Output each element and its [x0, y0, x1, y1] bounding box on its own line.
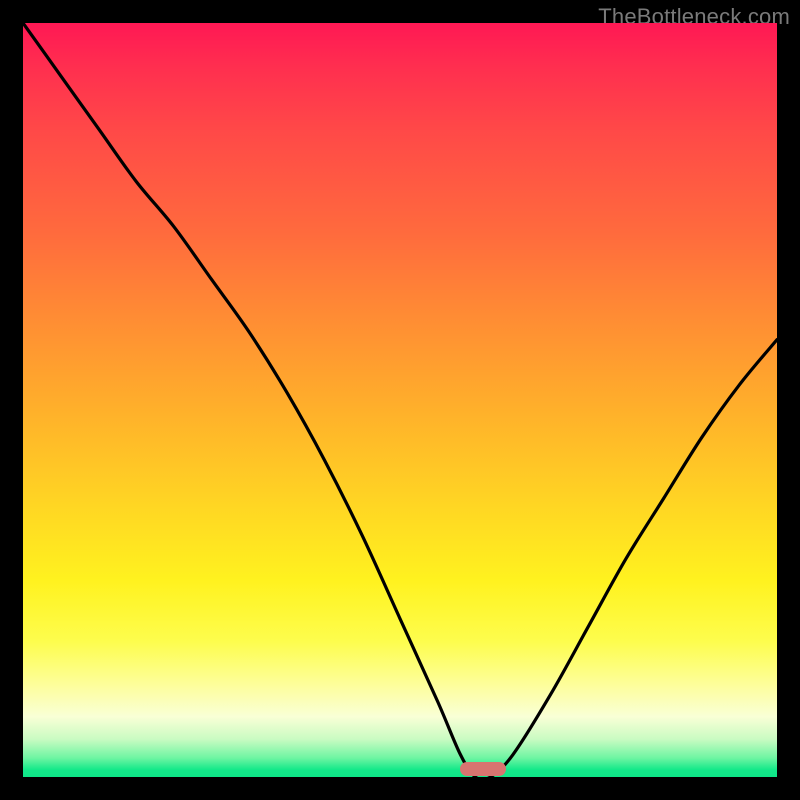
plot-area	[23, 23, 777, 777]
chart-frame: TheBottleneck.com	[0, 0, 800, 800]
minimum-marker	[460, 762, 505, 776]
bottleneck-curve	[23, 23, 777, 777]
curve-svg	[23, 23, 777, 777]
